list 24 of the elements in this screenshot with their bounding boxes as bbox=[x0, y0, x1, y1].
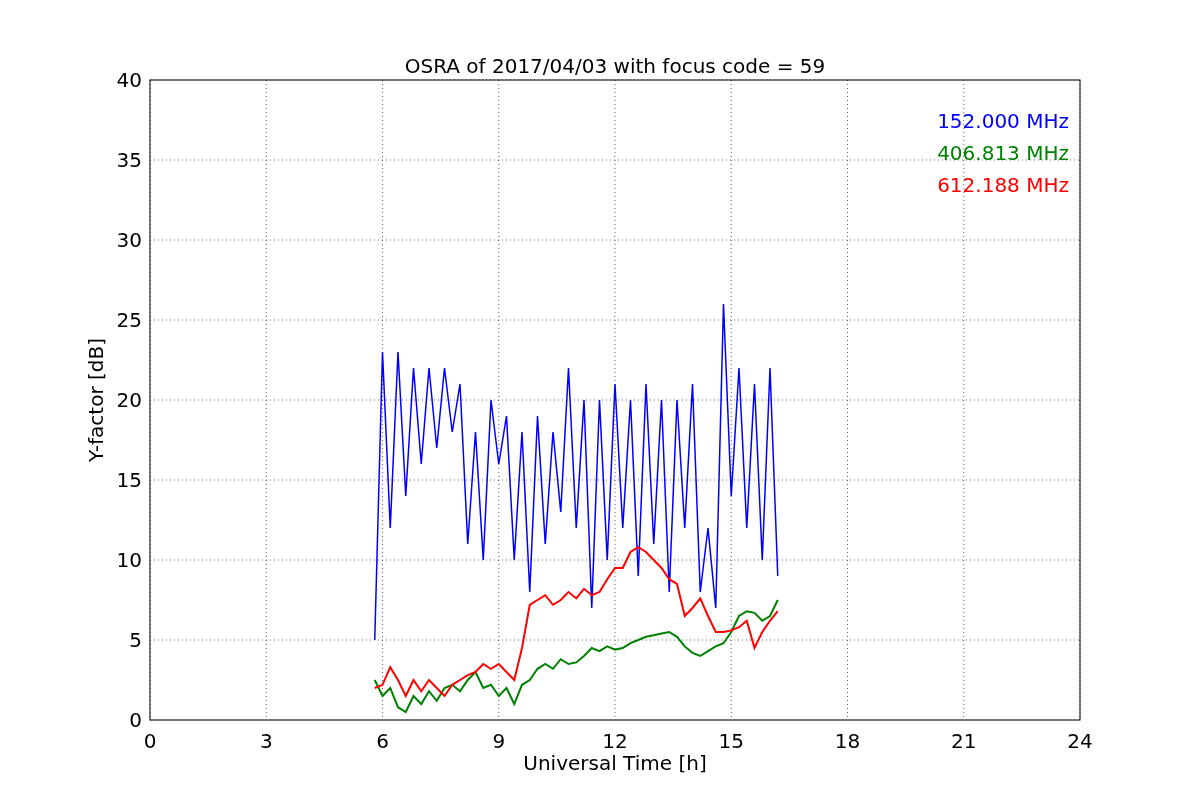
y-axis-label: Y-factor [dB] bbox=[84, 338, 108, 462]
x-tick-label: 24 bbox=[1067, 729, 1093, 753]
x-axis-label: Universal Time [h] bbox=[523, 751, 707, 775]
y-tick-label: 5 bbox=[129, 628, 142, 652]
legend-entry: 612.188 MHz bbox=[937, 173, 1069, 197]
legend-entry: 406.813 MHz bbox=[937, 141, 1069, 165]
x-tick-label: 6 bbox=[376, 729, 389, 753]
y-tick-label: 10 bbox=[116, 548, 142, 572]
chart-title: OSRA of 2017/04/03 with focus code = 59 bbox=[404, 54, 826, 78]
x-tick-label: 0 bbox=[143, 729, 157, 753]
y-tick-label: 15 bbox=[116, 468, 142, 492]
y-tick-label: 40 bbox=[116, 68, 142, 92]
x-tick-label: 18 bbox=[834, 729, 861, 753]
x-tick-label: 3 bbox=[259, 729, 273, 753]
x-tick-label: 12 bbox=[602, 729, 628, 753]
y-tick-label: 20 bbox=[116, 388, 142, 412]
y-tick-label: 25 bbox=[116, 308, 142, 332]
x-tick-label: 21 bbox=[951, 729, 977, 753]
x-tick-label: 15 bbox=[718, 729, 744, 753]
y-tick-label: 35 bbox=[116, 148, 142, 172]
x-tick-label: 9 bbox=[492, 729, 506, 753]
y-tick-label: 30 bbox=[116, 228, 142, 252]
y-tick-label: 0 bbox=[129, 708, 142, 732]
legend-entry: 152.000 MHz bbox=[937, 109, 1069, 133]
